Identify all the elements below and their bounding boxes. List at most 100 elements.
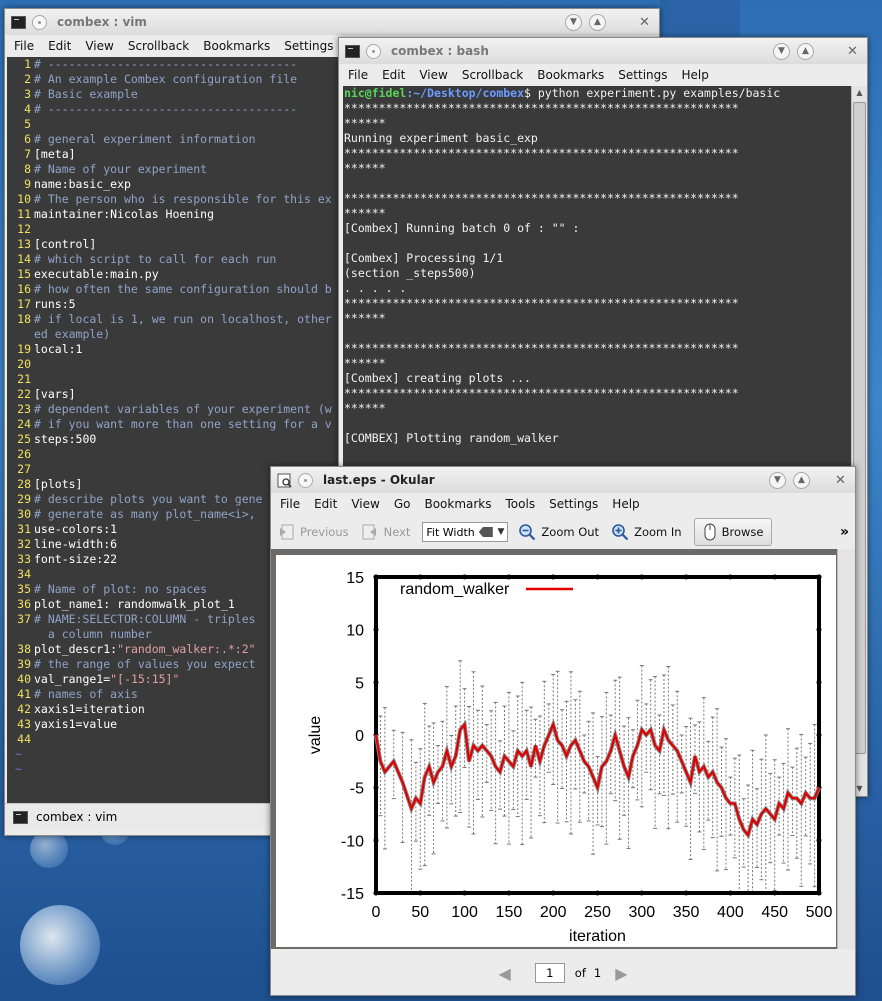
document-view[interactable]: 15 10 5 0 -5 -10 -15 0 50 100 150 200 250 300 350 400 45… xyxy=(271,549,837,949)
x-tick-label: 50 xyxy=(411,904,429,921)
menu-file[interactable]: File xyxy=(341,68,375,82)
maximize-button[interactable]: ▲ xyxy=(797,42,814,60)
data-point xyxy=(521,755,523,757)
line-number: 32 xyxy=(17,537,31,551)
scroll-up-arrow[interactable]: ▲ xyxy=(852,86,867,100)
line-text: # dependent variables of your experiment… xyxy=(34,402,332,417)
x-tick-label: 150 xyxy=(496,904,523,921)
menu-scrollback[interactable]: Scrollback xyxy=(121,39,196,53)
minimize-button[interactable]: ▼ xyxy=(565,13,582,31)
minimize-button[interactable]: ▼ xyxy=(769,471,786,489)
line-text: a column number xyxy=(34,627,152,642)
data-point xyxy=(494,765,497,768)
window-menu-icon[interactable] xyxy=(298,472,313,488)
page-number-input[interactable]: 1 xyxy=(534,963,565,983)
data-point xyxy=(539,760,541,763)
okular-window[interactable]: last.eps - Okular ▼ ▲ ✕ File Edit View G… xyxy=(270,466,856,996)
line-text: # if you want more than one setting for … xyxy=(34,417,332,432)
line-text: # general experiment information xyxy=(34,132,256,147)
menu-edit[interactable]: Edit xyxy=(375,68,412,82)
prompt-line: nic@fidel:~/Desktop/combex$ python exper… xyxy=(344,86,851,101)
menu-file[interactable]: File xyxy=(7,39,41,53)
clear-icon[interactable] xyxy=(478,527,493,537)
data-point xyxy=(734,802,736,805)
previous-button[interactable]: Previous xyxy=(277,523,349,541)
vim-titlebar[interactable]: combex : vim ▼ ▲ ✕ xyxy=(5,9,659,35)
data-point xyxy=(623,765,625,768)
line-code: local:1 xyxy=(34,342,83,356)
data-point xyxy=(463,723,466,726)
menu-tools[interactable]: Tools xyxy=(499,497,543,511)
menu-help[interactable]: Help xyxy=(605,497,646,511)
menu-bookmarks[interactable]: Bookmarks xyxy=(530,68,611,82)
line-number: 37 xyxy=(17,612,31,626)
line-text: ~ xyxy=(15,762,22,777)
chevron-down-icon[interactable]: ▼ xyxy=(497,527,507,537)
terminal-output-line: [Combex] Processing 1/1 xyxy=(344,251,504,265)
document-scrollbar[interactable] xyxy=(837,549,855,949)
line-number: 15 xyxy=(17,267,31,281)
x-tick xyxy=(683,890,689,896)
window-menu-icon[interactable] xyxy=(32,14,47,30)
close-button[interactable]: ✕ xyxy=(844,43,861,60)
data-point xyxy=(663,728,665,731)
data-point xyxy=(605,760,608,763)
terminal-output-line: ****** xyxy=(344,161,386,175)
menu-edit[interactable]: Edit xyxy=(307,497,344,511)
menu-view[interactable]: View xyxy=(412,68,454,82)
menu-file[interactable]: File xyxy=(273,497,307,511)
menu-scrollback[interactable]: Scrollback xyxy=(455,68,530,82)
data-point xyxy=(534,744,537,747)
next-page-arrow-icon[interactable]: ▶ xyxy=(615,964,627,983)
y-tick xyxy=(373,627,379,633)
line-text: use-colors:1 xyxy=(34,522,117,537)
menu-help[interactable]: Help xyxy=(675,68,716,82)
menu-bookmarks[interactable]: Bookmarks xyxy=(196,39,277,53)
y-tick xyxy=(816,627,822,633)
menu-view[interactable]: View xyxy=(344,497,386,511)
maximize-button[interactable]: ▲ xyxy=(589,13,606,31)
zoom-in-button[interactable]: Zoom In xyxy=(611,523,682,541)
x-tick xyxy=(506,890,512,896)
x-tick xyxy=(595,574,600,580)
next-button[interactable]: Next xyxy=(361,523,410,541)
toolbar-overflow-icon[interactable]: » xyxy=(840,524,849,540)
menu-settings[interactable]: Settings xyxy=(277,39,340,53)
data-point xyxy=(472,744,475,747)
menu-edit[interactable]: Edit xyxy=(41,39,78,53)
data-point xyxy=(716,781,718,784)
window-menu-icon[interactable] xyxy=(366,43,381,59)
menu-view[interactable]: View xyxy=(78,39,120,53)
line-number: 8 xyxy=(24,162,31,176)
data-point xyxy=(601,765,603,768)
menu-bookmarks[interactable]: Bookmarks xyxy=(417,497,498,511)
line-text: # generate as many plot_name<i>, xyxy=(34,507,256,522)
y-tick-label: 0 xyxy=(355,728,364,745)
terminal-tab-label[interactable]: combex : vim xyxy=(36,810,117,824)
bash-menubar: File Edit View Scrollback Bookmarks Sett… xyxy=(339,64,867,86)
close-button[interactable]: ✕ xyxy=(636,14,653,31)
x-tick-label: 0 xyxy=(372,904,381,921)
line-code: # Basic example xyxy=(34,87,138,101)
y-tick xyxy=(816,679,822,685)
menu-settings[interactable]: Settings xyxy=(542,497,605,511)
menu-settings[interactable]: Settings xyxy=(611,68,674,82)
data-point xyxy=(782,807,785,810)
minimize-button[interactable]: ▼ xyxy=(773,42,790,60)
line-text: # describe plots you want to gene xyxy=(34,492,262,507)
okular-titlebar[interactable]: last.eps - Okular ▼ ▲ ✕ xyxy=(271,467,855,493)
browse-button[interactable]: Browse xyxy=(693,518,773,546)
zoom-out-button[interactable]: Zoom Out xyxy=(518,523,599,541)
data-point xyxy=(773,818,776,821)
menu-go[interactable]: Go xyxy=(387,497,418,511)
maximize-button[interactable]: ▲ xyxy=(793,471,810,489)
data-point xyxy=(729,802,732,805)
terminal-output-line: ****** xyxy=(344,206,386,220)
data-point xyxy=(392,760,395,763)
previous-page-arrow-icon[interactable]: ◀ xyxy=(498,964,510,983)
line-text: [plots] xyxy=(34,477,82,492)
close-button[interactable]: ✕ xyxy=(832,472,849,489)
zoom-combo[interactable]: Fit Width ▼ xyxy=(422,522,509,542)
bash-titlebar[interactable]: combex : bash ▼ ▲ ✕ xyxy=(339,38,867,64)
line-code: # which script to call for each run xyxy=(34,252,277,266)
